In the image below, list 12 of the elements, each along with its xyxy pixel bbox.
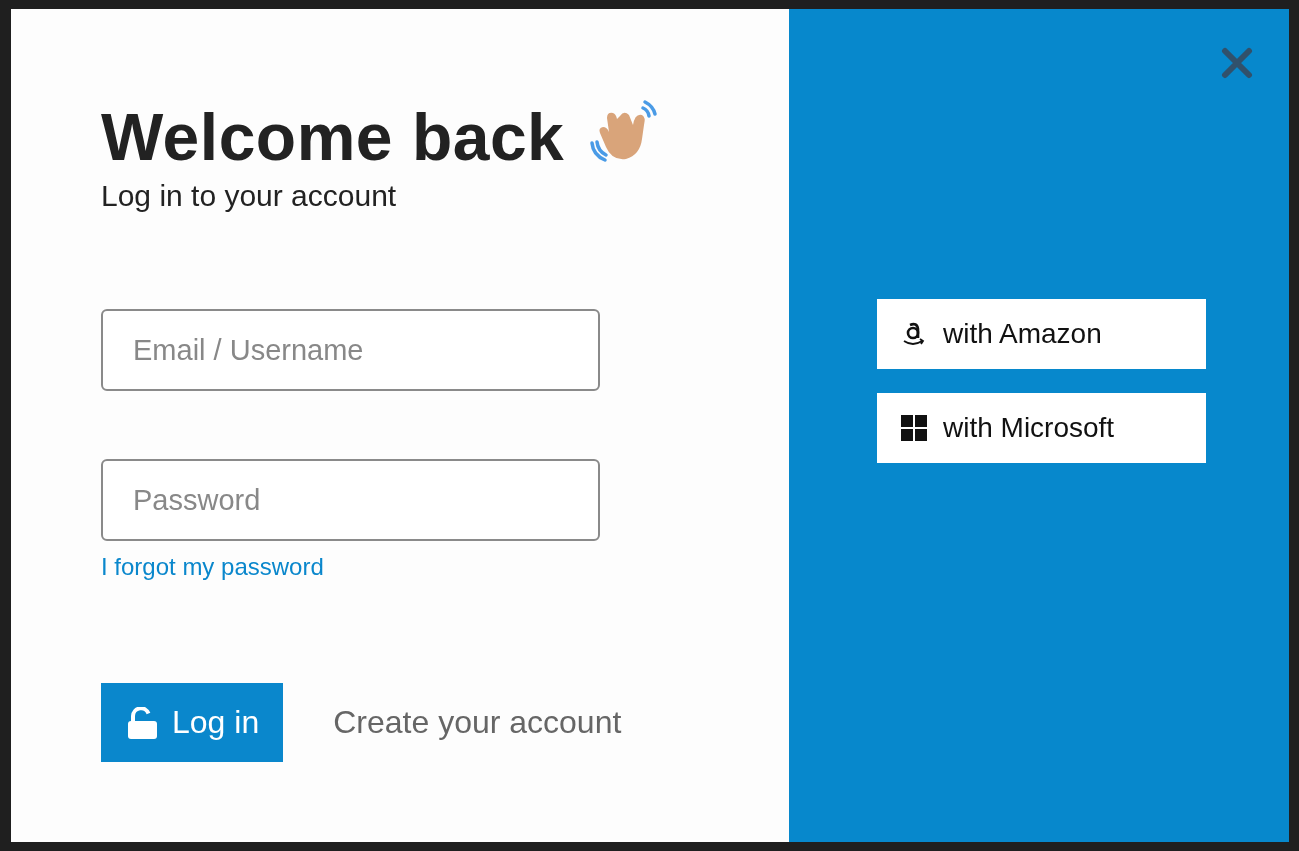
dialog-subtitle: Log in to your account: [101, 179, 398, 213]
forgot-password-link[interactable]: I forgot my password: [101, 553, 324, 581]
close-icon[interactable]: [1221, 47, 1253, 79]
password-field[interactable]: Password: [101, 459, 600, 541]
login-button[interactable]: Log in: [101, 683, 284, 762]
microsoft-login-button[interactable]: with Microsoft: [877, 392, 1206, 463]
create-account-link[interactable]: Create your account: [333, 704, 622, 741]
username-field[interactable]: Email / Username: [101, 309, 600, 391]
windows-logo-icon: [901, 414, 927, 441]
unlock-icon: [127, 706, 157, 739]
amazon-login-button[interactable]: with Amazon: [877, 298, 1206, 369]
dialog-title: Welcome back: [101, 99, 565, 175]
